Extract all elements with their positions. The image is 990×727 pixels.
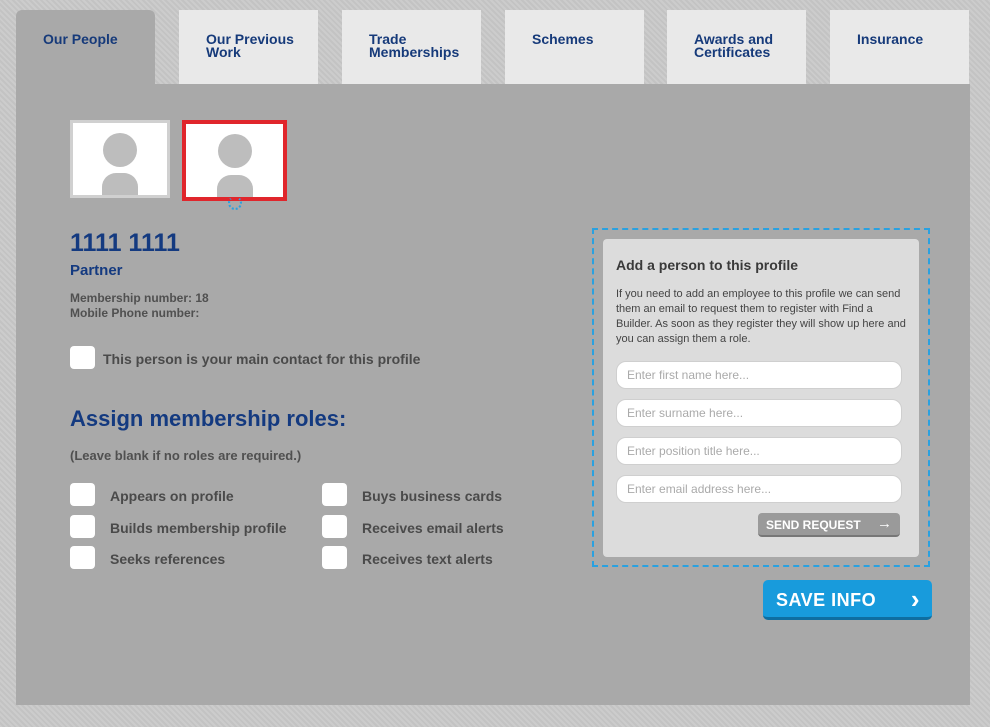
role-label: Buys business cards bbox=[362, 488, 503, 504]
tab-our-previous-work[interactable]: Our Previous Work bbox=[179, 10, 318, 84]
tab-insurance[interactable]: Insurance bbox=[830, 10, 969, 84]
send-request-label: SEND REQUEST bbox=[766, 518, 861, 532]
save-info-button[interactable]: SAVE INFO › bbox=[763, 580, 932, 620]
avatar-head-icon bbox=[103, 133, 137, 167]
role-checkbox-appears-on-profile[interactable] bbox=[70, 483, 95, 506]
person-role: Partner bbox=[70, 262, 123, 279]
person-name: 1111 1111 bbox=[70, 229, 180, 257]
first-name-input[interactable] bbox=[616, 361, 902, 389]
role-label: Receives text alerts bbox=[362, 551, 493, 567]
role-checkbox-buys-business-cards[interactable] bbox=[322, 483, 347, 506]
role-label: Appears on profile bbox=[110, 488, 234, 504]
tab-trade-memberships[interactable]: Trade Memberships bbox=[342, 10, 481, 84]
role-checkbox-receives-email-alerts[interactable] bbox=[322, 515, 347, 538]
avatar-body-icon bbox=[102, 173, 138, 195]
person-photo-1[interactable] bbox=[70, 120, 170, 198]
assign-roles-title: Assign membership roles: bbox=[70, 406, 347, 431]
add-person-box: Add a person to this profile If you need… bbox=[592, 228, 930, 567]
role-checkbox-receives-text-alerts[interactable] bbox=[322, 546, 347, 569]
loading-spinner-icon bbox=[228, 196, 242, 210]
role-label: Receives email alerts bbox=[362, 520, 504, 536]
tab-label: Awards and Certificates bbox=[694, 31, 774, 60]
membership-number: Membership number: 18 bbox=[70, 291, 209, 305]
tab-schemes[interactable]: Schemes bbox=[505, 10, 644, 84]
arrow-right-icon: → bbox=[877, 515, 892, 532]
surname-input[interactable] bbox=[616, 399, 902, 427]
mobile-phone-number: Mobile Phone number: bbox=[70, 306, 200, 320]
main-panel: 1111 1111 Partner Membership number: 18 … bbox=[16, 84, 970, 705]
main-contact-label: This person is your main contact for thi… bbox=[103, 351, 421, 367]
tab-bar: Our People Our Previous Work Trade Membe… bbox=[16, 10, 970, 84]
role-label: Builds membership profile bbox=[110, 520, 287, 536]
avatar-head-icon bbox=[217, 134, 252, 168]
position-title-input[interactable] bbox=[616, 437, 902, 465]
send-request-button[interactable]: SEND REQUEST → bbox=[758, 513, 900, 537]
tab-our-people[interactable]: Our People bbox=[16, 10, 155, 84]
tab-awards-certificates[interactable]: Awards and Certificates bbox=[667, 10, 806, 84]
save-info-label: SAVE INFO bbox=[776, 590, 877, 610]
assign-roles-note: (Leave blank if no roles are required.) bbox=[70, 448, 302, 463]
person-photo-2-selected[interactable] bbox=[182, 120, 287, 201]
role-checkbox-seeks-references[interactable] bbox=[70, 546, 95, 569]
tab-label: Trade Memberships bbox=[369, 31, 460, 60]
tab-label: Our Previous Work bbox=[206, 31, 294, 60]
add-person-form: Add a person to this profile If you need… bbox=[603, 239, 919, 557]
role-label: Seeks references bbox=[110, 551, 226, 567]
main-contact-checkbox[interactable] bbox=[70, 346, 95, 369]
add-person-title: Add a person to this profile bbox=[616, 257, 799, 273]
chevron-right-icon: › bbox=[910, 584, 920, 614]
role-checkbox-builds-membership-profile[interactable] bbox=[70, 515, 95, 538]
add-person-description: If you need to add an employee to this p… bbox=[616, 288, 906, 345]
email-address-input[interactable] bbox=[616, 475, 902, 503]
